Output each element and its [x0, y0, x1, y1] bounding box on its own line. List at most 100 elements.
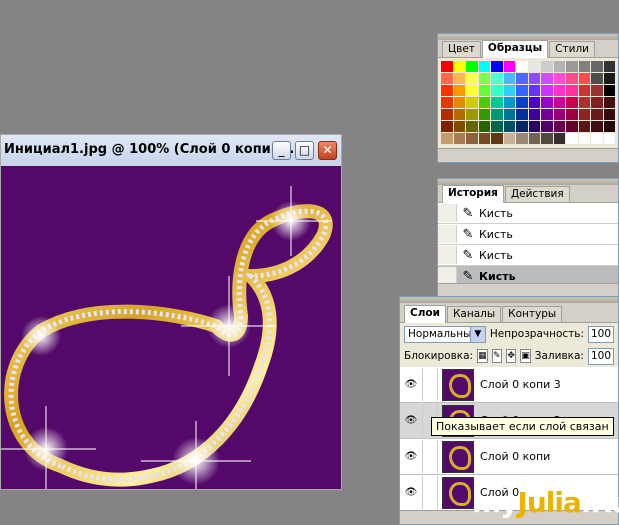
swatch[interactable]	[578, 61, 590, 72]
swatch[interactable]	[491, 61, 503, 72]
swatch[interactable]	[478, 61, 490, 72]
swatch[interactable]	[553, 73, 565, 84]
swatch[interactable]	[591, 109, 603, 120]
swatch[interactable]	[566, 109, 578, 120]
swatch[interactable]	[528, 121, 540, 132]
link-toggle[interactable]	[422, 440, 438, 473]
swatch[interactable]	[578, 97, 590, 108]
swatch[interactable]	[603, 85, 615, 96]
swatch[interactable]	[503, 97, 515, 108]
swatch[interactable]	[441, 121, 453, 132]
opacity-field[interactable]: 100	[588, 325, 614, 343]
swatch[interactable]	[453, 73, 465, 84]
layer-row[interactable]: 👁 Слой 0 копи 3	[400, 367, 618, 403]
eye-icon[interactable]: 👁	[400, 451, 422, 462]
swatch[interactable]	[578, 85, 590, 96]
image-canvas[interactable]	[1, 166, 341, 489]
swatch[interactable]	[566, 73, 578, 84]
swatch[interactable]	[503, 85, 515, 96]
swatches-tab-1[interactable]: Образцы	[481, 40, 549, 58]
swatch[interactable]	[516, 109, 528, 120]
swatch[interactable]	[466, 97, 478, 108]
swatch[interactable]	[528, 133, 540, 144]
swatch[interactable]	[478, 121, 490, 132]
swatch[interactable]	[541, 109, 553, 120]
swatch[interactable]	[466, 133, 478, 144]
swatch[interactable]	[603, 73, 615, 84]
swatch[interactable]	[516, 133, 528, 144]
swatch[interactable]	[553, 61, 565, 72]
swatch[interactable]	[553, 97, 565, 108]
swatch[interactable]	[528, 61, 540, 72]
swatch[interactable]	[453, 133, 465, 144]
swatch[interactable]	[466, 61, 478, 72]
history-item[interactable]: ✎ Кисть	[438, 224, 618, 245]
swatch[interactable]	[541, 133, 553, 144]
lock-move-icon[interactable]: ✥	[505, 349, 517, 363]
swatch[interactable]	[453, 109, 465, 120]
swatch[interactable]	[591, 121, 603, 132]
swatch[interactable]	[591, 73, 603, 84]
swatch[interactable]	[491, 133, 503, 144]
swatch[interactable]	[491, 97, 503, 108]
lock-transparency-icon[interactable]: ▦	[477, 349, 488, 363]
swatch[interactable]	[603, 133, 615, 144]
swatch[interactable]	[491, 121, 503, 132]
layers-tab-0[interactable]: Слои	[404, 305, 446, 323]
swatch[interactable]	[578, 109, 590, 120]
eye-icon[interactable]: 👁	[400, 415, 422, 426]
swatch-grid[interactable]	[438, 58, 618, 147]
swatch[interactable]	[578, 133, 590, 144]
fill-field[interactable]: 100	[587, 347, 614, 365]
swatch[interactable]	[503, 73, 515, 84]
lock-brush-icon[interactable]: ✎	[491, 349, 502, 363]
swatch[interactable]	[491, 73, 503, 84]
link-toggle[interactable]	[422, 368, 438, 401]
swatch[interactable]	[578, 121, 590, 132]
swatch[interactable]	[603, 121, 615, 132]
lock-all-icon[interactable]: ▣	[520, 349, 531, 363]
swatches-tab-2[interactable]: Стили	[549, 41, 595, 57]
swatch[interactable]	[541, 73, 553, 84]
swatch[interactable]	[478, 85, 490, 96]
swatch[interactable]	[478, 109, 490, 120]
swatch[interactable]	[553, 121, 565, 132]
swatch[interactable]	[553, 133, 565, 144]
swatch[interactable]	[503, 133, 515, 144]
blend-mode-select[interactable]: Нормальный ▼	[404, 325, 486, 343]
swatch[interactable]	[516, 85, 528, 96]
swatch[interactable]	[516, 97, 528, 108]
swatch[interactable]	[491, 85, 503, 96]
swatch[interactable]	[466, 121, 478, 132]
swatch[interactable]	[516, 61, 528, 72]
swatch[interactable]	[503, 61, 515, 72]
swatch[interactable]	[466, 109, 478, 120]
swatch[interactable]	[553, 109, 565, 120]
swatch[interactable]	[453, 61, 465, 72]
swatch[interactable]	[516, 73, 528, 84]
swatch[interactable]	[528, 85, 540, 96]
swatches-tab-0[interactable]: Цвет	[442, 41, 481, 57]
swatch[interactable]	[578, 73, 590, 84]
eye-icon[interactable]: 👁	[400, 379, 422, 390]
swatch[interactable]	[466, 73, 478, 84]
swatch[interactable]	[528, 73, 540, 84]
swatch[interactable]	[453, 85, 465, 96]
maximize-button[interactable]: □	[295, 141, 314, 160]
swatch[interactable]	[591, 97, 603, 108]
layers-tab-2[interactable]: Контуры	[502, 306, 563, 322]
swatch[interactable]	[491, 109, 503, 120]
swatch[interactable]	[566, 121, 578, 132]
swatch[interactable]	[541, 61, 553, 72]
swatch[interactable]	[603, 97, 615, 108]
history-tab-1[interactable]: Действия	[504, 186, 570, 202]
swatch[interactable]	[503, 121, 515, 132]
swatch[interactable]	[441, 133, 453, 144]
swatch[interactable]	[566, 97, 578, 108]
swatch[interactable]	[441, 73, 453, 84]
eye-icon[interactable]: 👁	[400, 487, 422, 498]
swatch[interactable]	[441, 109, 453, 120]
layer-row[interactable]: 👁 Слой 0 копи	[400, 439, 618, 475]
swatch[interactable]	[528, 97, 540, 108]
swatch[interactable]	[478, 97, 490, 108]
